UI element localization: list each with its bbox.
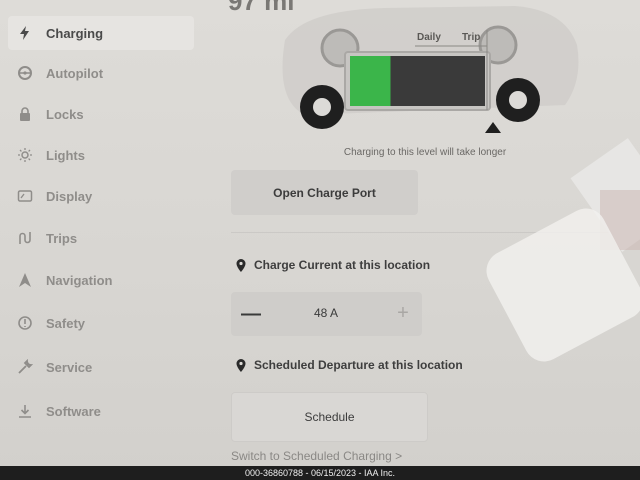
display-icon — [16, 187, 34, 205]
sidebar-item-label: Charging — [46, 25, 104, 41]
download-icon — [16, 402, 34, 420]
location-pin-icon — [236, 258, 246, 272]
switch-scheduled-charging-link[interactable]: Switch to Scheduled Charging > — [231, 449, 402, 463]
daily-label: Daily — [417, 32, 441, 43]
sidebar-item-label: Locks — [46, 106, 84, 122]
charge-limit-slider-handle[interactable] — [485, 122, 501, 133]
sidebar-item-navigation[interactable]: Navigation — [8, 263, 194, 297]
sidebar-item-label: Navigation — [46, 272, 113, 288]
sidebar-item-label: Safety — [46, 315, 86, 331]
sidebar-item-trips[interactable]: Trips — [8, 221, 194, 255]
sidebar-item-software[interactable]: Software — [8, 394, 194, 428]
sidebar-item-label: Software — [46, 403, 101, 419]
sidebar-item-lights[interactable]: Lights — [8, 138, 194, 172]
trips-icon — [16, 229, 34, 247]
sidebar-item-label: Display — [46, 188, 93, 204]
sidebar-item-autopilot[interactable]: Autopilot — [8, 56, 194, 90]
sidebar-item-service[interactable]: Service — [8, 350, 194, 384]
safety-icon — [16, 314, 34, 332]
navigation-arrow-icon — [16, 271, 34, 289]
battery-fill — [350, 56, 391, 106]
bolt-icon — [16, 24, 34, 42]
sidebar-item-safety[interactable]: Safety — [8, 306, 194, 340]
settings-sidebar: Charging Autopilot Locks Lights Display — [0, 0, 200, 470]
watermark-footer: 000-36860788 - 06/15/2023 - IAA Inc. — [0, 466, 640, 480]
sidebar-item-charging[interactable]: Charging — [8, 16, 194, 50]
sidebar-item-label: Service — [46, 359, 93, 375]
charge-current-value: 48 A — [313, 306, 339, 320]
scheduled-departure-title: Scheduled Departure at this location — [236, 358, 463, 372]
lock-icon — [16, 105, 34, 123]
scheduled-departure-title-text: Scheduled Departure at this location — [254, 358, 463, 372]
charge-current-title-text: Charge Current at this location — [254, 258, 431, 272]
steering-wheel-icon — [16, 64, 34, 82]
charge-limit-note: Charging to this level will take longer — [343, 147, 507, 158]
schedule-button[interactable]: Schedule — [231, 392, 428, 442]
increase-current-button[interactable]: + — [394, 303, 412, 323]
decrease-current-button[interactable]: — — [241, 304, 261, 324]
screen: 97 mi Charging Autopilot Locks Lights Di… — [0, 0, 640, 480]
open-charge-port-button[interactable]: Open Charge Port — [231, 170, 418, 215]
trip-label: Trip — [462, 32, 481, 43]
sidebar-item-label: Autopilot — [46, 65, 104, 81]
sidebar-item-label: Trips — [46, 230, 78, 246]
sidebar-item-display[interactable]: Display — [8, 179, 194, 213]
wrench-icon — [16, 358, 34, 376]
charge-current-title: Charge Current at this location — [236, 258, 430, 272]
sun-icon — [16, 146, 34, 164]
charge-current-stepper: — 48 A + — [231, 292, 422, 336]
car-illustration — [282, 6, 579, 133]
location-pin-icon — [236, 358, 246, 372]
car-charge-visual: Daily Trip — [265, 0, 585, 140]
sidebar-item-label: Lights — [46, 147, 85, 163]
sidebar-item-locks[interactable]: Locks — [8, 97, 194, 131]
